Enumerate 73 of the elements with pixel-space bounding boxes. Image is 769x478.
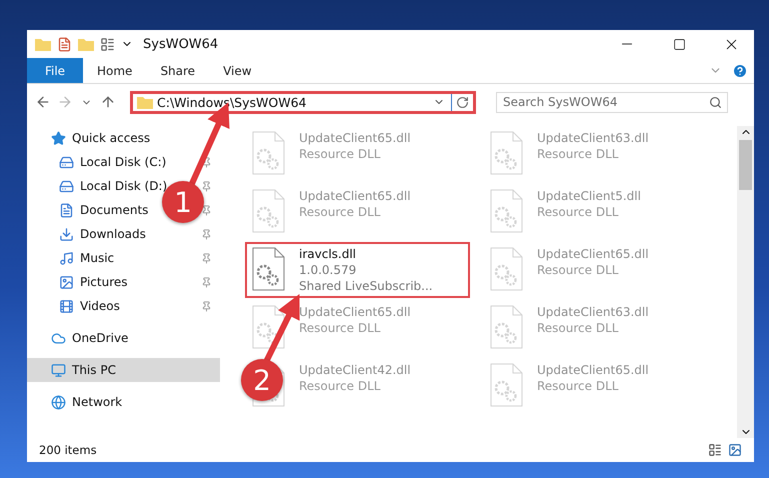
sidebar-item[interactable]: Local Disk (C:)	[80, 155, 166, 169]
file-name[interactable]: iravcls.dll	[299, 247, 433, 261]
large-icons-view-icon[interactable]	[728, 443, 742, 457]
file-gears-icon	[251, 131, 285, 175]
sidebar-item[interactable]: Pictures	[80, 275, 128, 289]
new-folder-icon	[78, 37, 94, 51]
file-detail: Resource DLL	[299, 147, 382, 161]
monitor-icon	[51, 362, 66, 378]
sidebar-item[interactable]: Music	[80, 251, 114, 265]
pin-icon[interactable]	[201, 252, 212, 264]
details-view-icon[interactable]	[708, 443, 722, 457]
pin-icon[interactable]	[201, 204, 212, 216]
properties-icon[interactable]	[57, 36, 72, 52]
file-detail: Resource DLL	[537, 205, 620, 219]
file-detail: Resource DLL	[537, 263, 620, 277]
ribbon-tab[interactable]: Home	[83, 58, 146, 83]
address-path: C:\Windows\SysWOW64	[157, 94, 308, 110]
scroll-thumb[interactable]	[739, 140, 752, 190]
film-icon	[59, 298, 74, 314]
window-title: SysWOW64	[143, 36, 220, 52]
sidebar-item[interactable]: This PC	[27, 358, 220, 382]
address-bar[interactable]: C:\Windows\SysWOW64	[130, 90, 476, 114]
ribbon-tab[interactable]: View	[209, 58, 266, 83]
sidebar-item[interactable]: Quick access	[27, 126, 220, 150]
drive-icon	[59, 154, 74, 170]
file-detail: Resource DLL	[537, 321, 620, 335]
drive-icon	[59, 178, 74, 194]
item-count: 200 items	[39, 443, 98, 457]
file-detail: Resource DLL	[299, 321, 382, 335]
folder-icon	[137, 95, 153, 109]
file-gears-icon	[489, 189, 523, 233]
pin-icon[interactable]	[201, 180, 212, 192]
search-icon	[709, 96, 722, 108]
picture-icon	[59, 274, 74, 290]
cloud-icon	[51, 330, 66, 346]
file-gears-icon	[251, 247, 285, 291]
file-detail: Resource DLL	[299, 205, 382, 219]
scrollbar[interactable]	[737, 126, 754, 438]
pin-icon[interactable]	[201, 228, 212, 240]
file-detail: Resource DLL	[299, 379, 382, 393]
document-icon	[59, 202, 74, 218]
sidebar-item[interactable]: Network	[27, 390, 220, 414]
file-detail: Resource DLL	[537, 147, 620, 161]
refresh-icon[interactable]	[456, 96, 469, 108]
layout-icon[interactable]	[100, 36, 115, 52]
globe-icon	[51, 394, 66, 410]
sidebar-item[interactable]: Videos	[80, 299, 120, 313]
file-detail: 1.0.0.579	[299, 263, 358, 277]
up-button[interactable]	[100, 94, 116, 110]
help-icon[interactable]	[732, 62, 748, 78]
back-button[interactable]	[35, 94, 51, 110]
file-gears-icon	[251, 305, 285, 349]
file-gears-icon	[489, 131, 523, 175]
download-arrow-icon	[59, 226, 74, 242]
file-gears-icon	[489, 363, 523, 407]
sidebar-item[interactable]: OneDrive	[27, 326, 220, 350]
pin-icon[interactable]	[201, 300, 212, 312]
sidebar-item[interactable]: Downloads	[80, 227, 146, 241]
pin-icon[interactable]	[201, 156, 212, 168]
search-field[interactable]: Search SysWOW64	[496, 92, 728, 112]
file-gears-icon	[489, 305, 523, 349]
pin-icon[interactable]	[201, 276, 212, 288]
music-note-icon	[59, 250, 74, 266]
maximize-icon[interactable]	[672, 38, 686, 50]
file-detail: Resource DLL	[537, 379, 620, 393]
file-gears-icon	[489, 247, 523, 291]
sidebar-item[interactable]: Documents	[80, 203, 148, 217]
file-gears-icon	[251, 189, 285, 233]
ribbon-tab[interactable]: Share	[146, 58, 210, 83]
file-detail: Shared LiveSubscrib...	[299, 279, 433, 293]
file-menu-button[interactable]: File	[27, 58, 83, 83]
folder-icon	[35, 37, 51, 51]
star-icon	[51, 130, 66, 146]
